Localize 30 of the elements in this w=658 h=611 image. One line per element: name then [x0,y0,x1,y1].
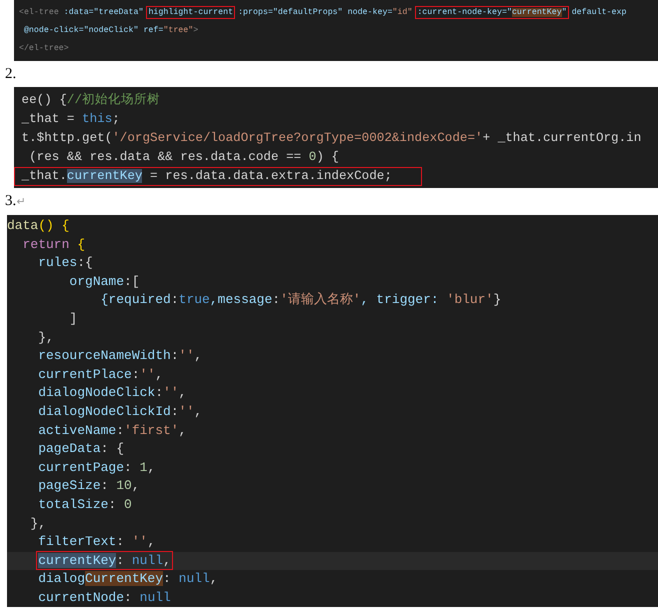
code-line: activeName:'first', [37,422,188,440]
code-line: </el-tree> [18,43,70,55]
code-line: }, [37,328,55,347]
code-line: ] [68,310,78,328]
code-line: orgName:[ [68,272,141,291]
code-line: return { [22,236,86,254]
code-line: <el-tree :data="treeData" highlight-current :props="defaultProps" node-key="id" :current-node-key="currentKey" default-exp [18,7,628,19]
code-line: pageSize: 10, [37,477,141,496]
code-line: rules:{ [37,254,94,272]
code-line: filterText: '', [37,533,156,552]
code-line: resourceNameWidth:'', [37,347,204,366]
code-line: dialogCurrentKey: null, [37,570,219,588]
code-line: dialogNodeClickId:'', [37,402,204,421]
code-line: _that.currentKey = res.data.data.extra.indexCode; [14,167,422,186]
code-line: pageData: { [37,440,126,458]
code-line: @node-click="nodeClick" ref="tree"> [22,25,200,37]
code-line: t.$http.get('/orgService/loadOrgTree?orgType=0002&indexCode='+ _that.currentOrg.in [20,130,642,147]
code-line: currentNode: null [37,588,172,607]
code-line: }, [29,514,48,532]
code-line: {required:true,message:'请输入名称', trigger: 'blur'} [100,291,502,310]
code-line: currentPage: 1, [37,458,156,477]
code-line: data() { [7,217,70,235]
code-line: ee() {//初始化场所树 [20,92,162,109]
code-line: (res && res.data && res.data.code == 0) { [28,149,340,166]
code-line: currentPlace:'', [37,366,164,384]
step-number: 2. [4,65,18,84]
code-line: _that = this; [20,111,121,128]
code-line: totalSize: 0 [37,496,133,514]
step-number: 3.↵ [4,192,26,211]
code-line: dialogNodeClick:'', [37,384,188,402]
